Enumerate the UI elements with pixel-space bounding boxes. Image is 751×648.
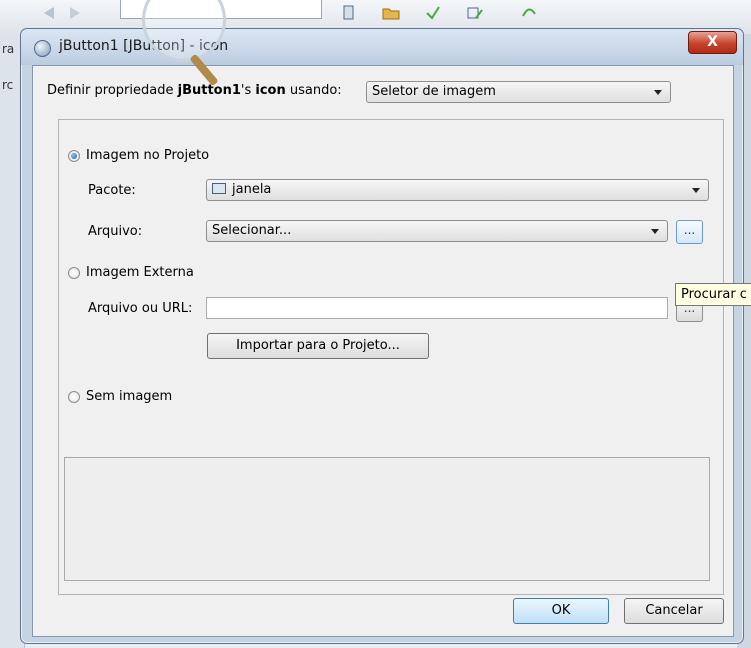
radio-selected-indicator[interactable] xyxy=(68,149,80,162)
netbeans-app-icon xyxy=(34,40,51,57)
radio-no-image-label: Sem imagem xyxy=(86,389,173,404)
image-preview-area xyxy=(64,457,710,581)
title-bar[interactable]: jButton1 [JButton] - icon X xyxy=(21,29,743,65)
chevron-down-icon xyxy=(651,229,659,234)
import-to-project-button[interactable]: Importar para o Projeto... xyxy=(207,333,429,359)
property-possessive-text: 's xyxy=(240,83,256,98)
property-editor-row: Definir propriedade jButton1's icon usan… xyxy=(47,83,342,98)
folder-icon xyxy=(382,8,400,20)
edit-icon xyxy=(467,7,483,19)
icon-property-dialog: jButton1 [JButton] - icon X Definir prop… xyxy=(20,28,744,644)
radio-image-in-project-label: Imagem no Projeto xyxy=(86,148,210,163)
back-arrow-icon xyxy=(44,7,54,19)
editor-type-select[interactable]: Seletor de imagem xyxy=(366,81,671,103)
radio-external-image[interactable]: Imagem Externa xyxy=(68,265,194,280)
package-folder-icon xyxy=(212,183,226,194)
cancel-button[interactable]: Cancelar xyxy=(624,598,724,624)
run-icon xyxy=(522,8,536,17)
component-name: jButton1 xyxy=(177,83,241,98)
radio-unselected-indicator[interactable] xyxy=(68,390,80,403)
package-select[interactable]: janela xyxy=(206,179,709,201)
editor-type-value: Seletor de imagem xyxy=(372,84,496,99)
property-prefix-text: Definir propriedade xyxy=(47,83,178,98)
radio-external-image-label: Imagem Externa xyxy=(86,265,194,280)
dialog-content: Definir propriedade jButton1's icon usan… xyxy=(32,65,734,637)
file-label: Arquivo: xyxy=(88,224,143,239)
chevron-down-icon xyxy=(692,188,700,193)
close-button[interactable]: X xyxy=(688,31,737,54)
file-select[interactable]: Selecionar... xyxy=(206,220,668,242)
radio-unselected-indicator[interactable] xyxy=(68,266,80,279)
package-value: janela xyxy=(232,182,272,197)
file-url-label: Arquivo ou URL: xyxy=(88,301,193,316)
package-label: Pacote: xyxy=(88,183,136,198)
browse-project-file-button[interactable]: ... xyxy=(676,220,703,244)
radio-no-image[interactable]: Sem imagem xyxy=(68,389,172,404)
file-icon xyxy=(343,5,354,20)
ok-button[interactable]: OK xyxy=(513,598,609,624)
check-icon xyxy=(426,6,440,20)
forward-arrow-icon xyxy=(70,7,80,19)
file-value: Selecionar... xyxy=(212,223,292,238)
chevron-down-icon xyxy=(654,90,662,95)
property-suffix-text: usando: xyxy=(285,83,342,98)
file-url-input[interactable] xyxy=(206,297,668,319)
property-name: icon xyxy=(255,83,286,98)
background-side-label: rc xyxy=(2,78,14,92)
background-side-label: ra xyxy=(2,42,15,56)
radio-image-in-project[interactable]: Imagem no Projeto xyxy=(68,148,209,163)
browse-tooltip: Procurar c xyxy=(675,283,751,306)
